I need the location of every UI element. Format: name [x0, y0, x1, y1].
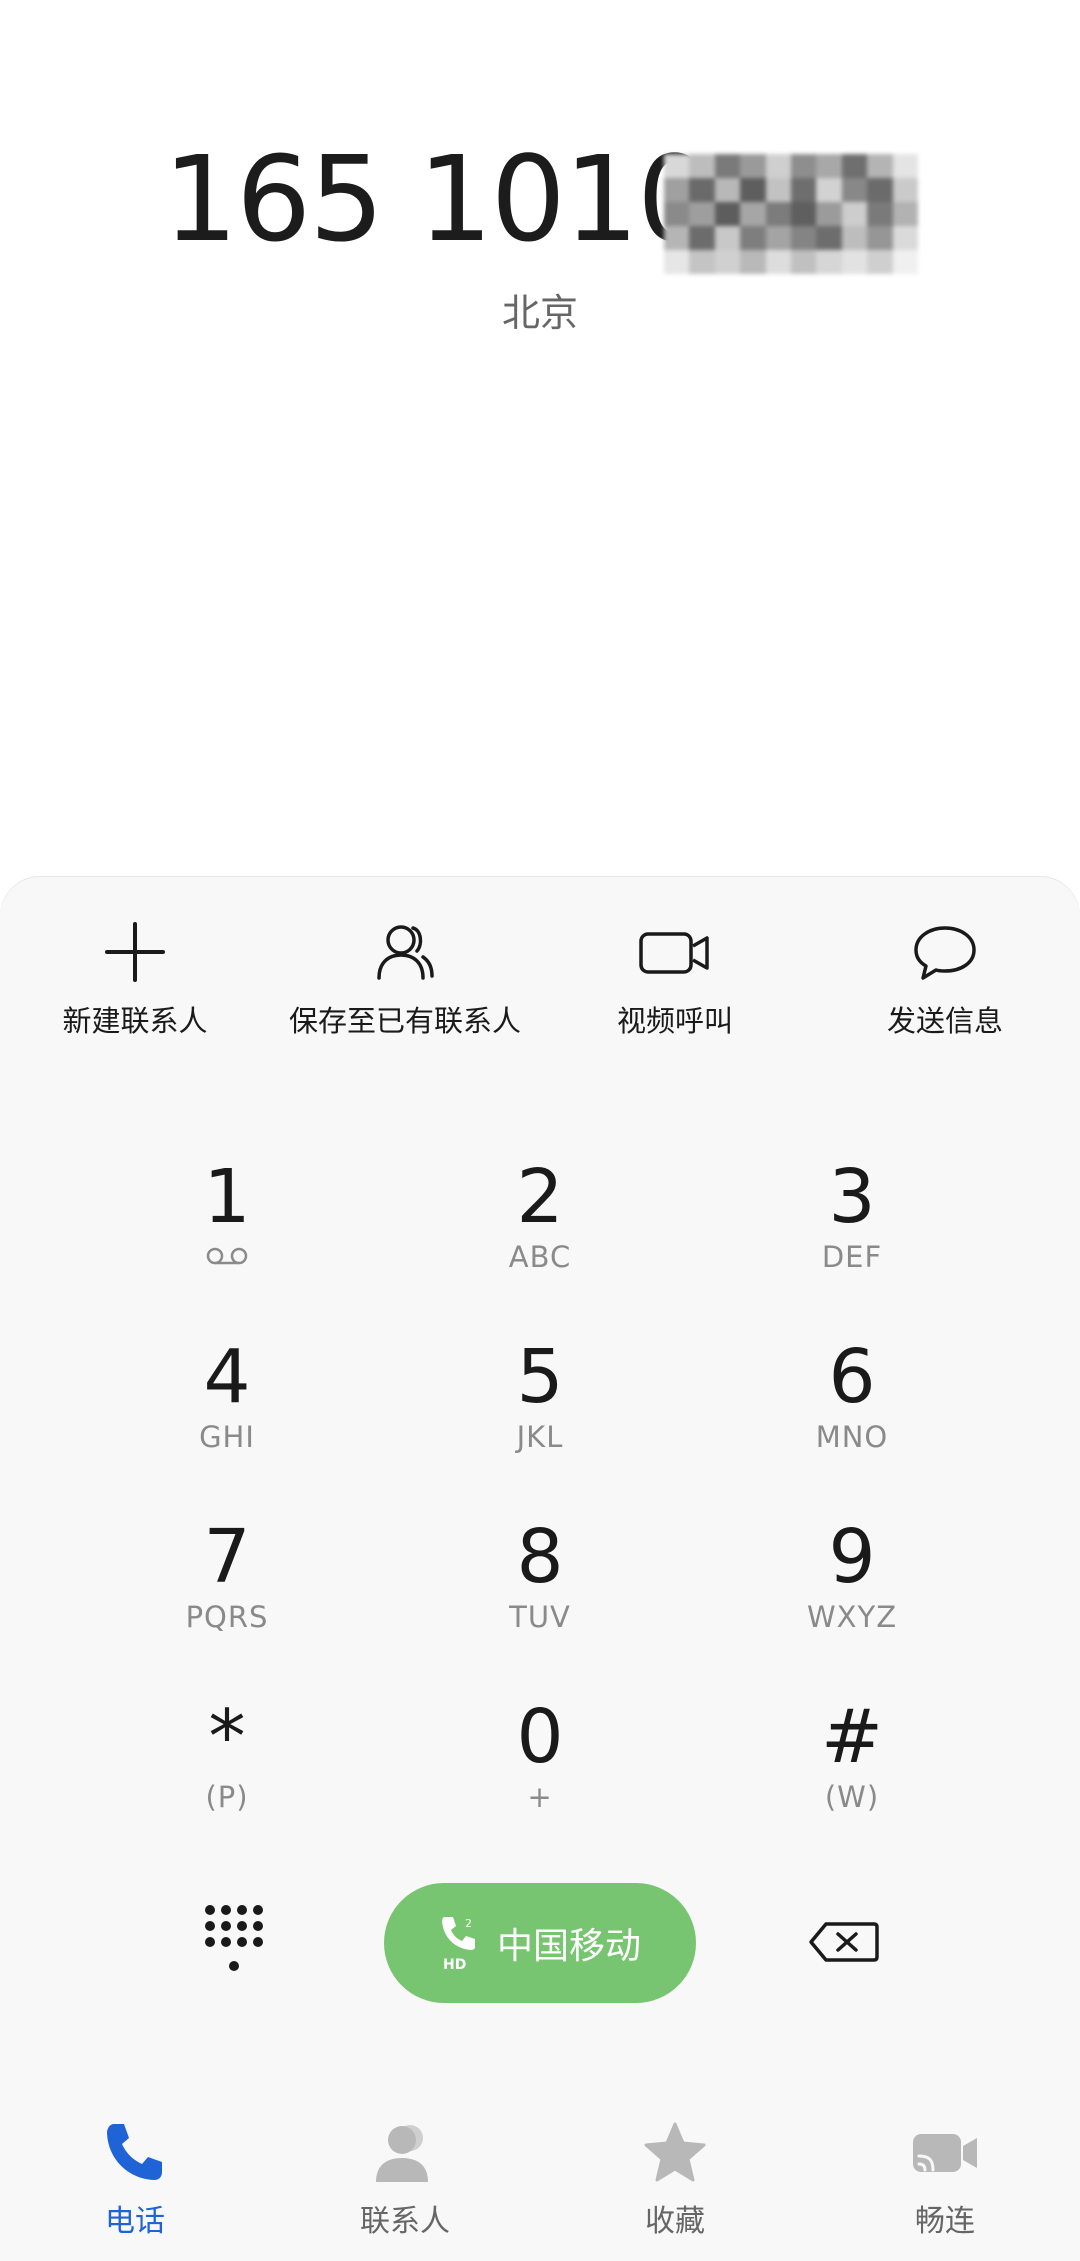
video-chat-icon [913, 2134, 977, 2172]
number-location: 北京 [501, 291, 578, 335]
number-display: 165 1010 [0, 130, 1080, 280]
key-digit: 1 [203, 1154, 251, 1240]
message-bubble-icon [914, 926, 976, 980]
key-digit: 2 [516, 1154, 564, 1240]
tab-bar: 电话 联系人 收藏 畅连 [0, 2090, 1080, 2261]
key-letters: (W) [824, 1780, 880, 1814]
key-digit: 0 [516, 1694, 564, 1780]
key-5[interactable]: 5 JKL [440, 1340, 640, 1490]
key-star[interactable]: * (P) [127, 1700, 327, 1850]
hd-phone-icon: 2 HD [441, 1917, 475, 1973]
key-digit: # [820, 1694, 883, 1780]
key-digit: 4 [203, 1334, 251, 1420]
save-to-existing-contact-button[interactable]: 保存至已有联系人 [270, 920, 540, 1040]
key-digit: 8 [516, 1514, 564, 1600]
quick-actions: 新建联系人 保存至已有联系人 视频呼叫 发送信息 [0, 920, 1080, 1050]
key-digit: 5 [516, 1334, 564, 1420]
sim-number: 2 [465, 1917, 472, 1930]
key-letters: JKL [516, 1420, 564, 1454]
key-1[interactable]: 1 [127, 1160, 327, 1310]
tab-contacts-label: 联系人 [360, 2204, 450, 2239]
carrier-label: 中国移动 [496, 1926, 641, 1967]
video-call-button[interactable]: 视频呼叫 [540, 920, 810, 1040]
redacted-digits [664, 154, 918, 274]
tab-favorites-label: 收藏 [645, 2204, 705, 2239]
new-contact-button[interactable]: 新建联系人 [0, 920, 270, 1040]
key-7[interactable]: 7 PQRS [127, 1520, 327, 1670]
backspace-icon[interactable] [808, 1920, 880, 1964]
tab-meetime[interactable]: 畅连 [810, 2120, 1080, 2240]
key-letters: + [527, 1780, 553, 1814]
contact-icon [377, 925, 434, 980]
key-letters: TUV [509, 1600, 571, 1634]
person-icon [376, 2125, 428, 2182]
key-digit: 6 [828, 1334, 876, 1420]
tab-phone-label: 电话 [105, 2204, 165, 2239]
key-4[interactable]: 4 GHI [127, 1340, 327, 1490]
key-6[interactable]: 6 MNO [752, 1340, 952, 1490]
phone-icon [107, 2124, 162, 2180]
key-letters: DEF [821, 1240, 883, 1274]
tab-phone[interactable]: 电话 [0, 2120, 270, 2240]
voicemail-icon [206, 1247, 248, 1265]
key-digit: 3 [828, 1154, 876, 1240]
hd-badge: HD [443, 1957, 466, 1973]
call-controls: 2 HD 中国移动 [0, 1880, 1080, 2005]
dialed-number: 165 1010 [163, 130, 712, 268]
key-hash[interactable]: # (W) [752, 1700, 952, 1850]
key-letters: GHI [199, 1420, 255, 1454]
star-icon [644, 2122, 706, 2182]
tab-meetime-label: 畅连 [915, 2204, 975, 2239]
key-digit: * [208, 1694, 246, 1780]
dialpad-toggle-icon[interactable] [200, 1902, 268, 1974]
key-letters: MNO [815, 1420, 889, 1454]
key-2[interactable]: 2 ABC [440, 1160, 640, 1310]
save-to-existing-label: 保存至已有联系人 [288, 1004, 521, 1038]
video-camera-icon [639, 932, 709, 974]
video-call-label: 视频呼叫 [616, 1004, 733, 1038]
send-message-button[interactable]: 发送信息 [810, 920, 1080, 1040]
tab-favorites[interactable]: 收藏 [540, 2120, 810, 2240]
key-0[interactable]: 0 + [440, 1700, 640, 1850]
key-letters: PQRS [185, 1600, 269, 1634]
new-contact-label: 新建联系人 [62, 1004, 208, 1038]
key-9[interactable]: 9 WXYZ [752, 1520, 952, 1670]
key-letters: (P) [205, 1780, 249, 1814]
tab-contacts[interactable]: 联系人 [270, 2120, 540, 2240]
plus-icon [105, 922, 165, 982]
key-8[interactable]: 8 TUV [440, 1520, 640, 1670]
key-letters: WXYZ [806, 1600, 898, 1634]
key-digit: 9 [828, 1514, 876, 1600]
key-letters: ABC [508, 1240, 572, 1274]
key-digit: 7 [203, 1514, 251, 1600]
key-3[interactable]: 3 DEF [752, 1160, 952, 1310]
send-message-label: 发送信息 [886, 1004, 1003, 1038]
call-button[interactable]: 2 HD 中国移动 [384, 1883, 696, 2003]
